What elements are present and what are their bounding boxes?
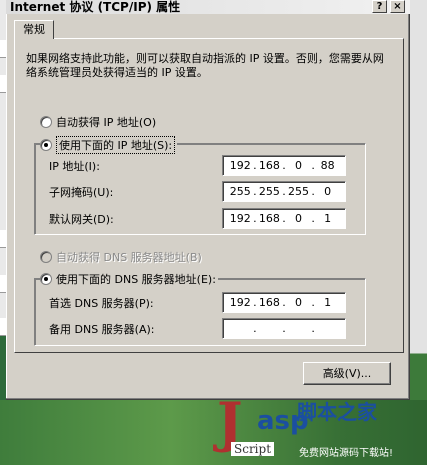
ip-octet: 255 <box>288 185 310 198</box>
gateway-label: 默认网关(D): <box>49 213 114 226</box>
watermark-script-text: Script <box>231 442 275 456</box>
ip-octet: 1 <box>324 212 332 225</box>
site-watermark-logo: J asp 脚本之家 Script 免费网站源码下载站! <box>217 392 417 462</box>
description-text: 如果网络支持此功能，则可以获取自动指派的 IP 设置。否则，您需要从网络系统管理… <box>26 52 384 79</box>
manual-ip-radio-option[interactable]: 使用下面的 IP 地址(S): <box>40 136 178 154</box>
tab-general[interactable]: 常规 <box>14 20 54 39</box>
watermark-brand: 脚本之家 <box>297 400 377 424</box>
window-title: Internet 协议 (TCP/IP) 属性 <box>10 0 181 14</box>
auto-dns-radio[interactable] <box>40 251 52 263</box>
ip-octet: 0 <box>324 185 332 198</box>
watermark-tagline: 免费网站源码下载站! <box>299 448 394 459</box>
ip-octet: 255 <box>258 185 280 198</box>
ip-octet: 0 <box>295 212 303 225</box>
manual-dns-radio-option[interactable]: 使用下面的 DNS 服务器地址(E): <box>40 271 218 287</box>
ip-address-label: IP 地址(I): <box>49 160 100 173</box>
alternate-dns-label-row: 备用 DNS 服务器(A): <box>49 321 155 337</box>
tcpip-properties-dialog: Internet 协议 (TCP/IP) 属性 ? × 常规 如果网络支持此功能… <box>6 0 410 400</box>
ip-octet: 168 <box>258 212 280 225</box>
advanced-button[interactable]: 高级(V)... <box>303 362 391 385</box>
subnet-mask-label: 子网掩码(U): <box>49 186 114 199</box>
manual-dns-radio[interactable] <box>40 273 52 285</box>
auto-dns-radio-option[interactable]: 自动获得 DNS 服务器地址(B) <box>40 249 202 265</box>
alternate-dns-label: 备用 DNS 服务器(A): <box>49 323 155 336</box>
manual-ip-radio[interactable] <box>40 139 52 151</box>
help-icon: ? <box>376 1 383 12</box>
ip-octet: 255 <box>229 185 251 198</box>
close-icon: × <box>393 1 402 12</box>
ip-octet: 192 <box>229 212 251 225</box>
manual-ip-label: 使用下面的 IP 地址(S): <box>56 136 176 154</box>
ip-address-field[interactable]: 192. 168. 0. 88 <box>222 155 346 176</box>
ip-octet: 1 <box>324 296 332 309</box>
auto-dns-label: 自动获得 DNS 服务器地址(B) <box>56 251 202 264</box>
alternate-dns-field[interactable]: . . . <box>222 318 346 339</box>
gateway-label-row: 默认网关(D): <box>49 211 114 227</box>
auto-ip-label: 自动获得 IP 地址(O) <box>56 116 157 129</box>
ip-octet: 0 <box>295 159 303 172</box>
preferred-dns-label: 首选 DNS 服务器(P): <box>49 297 154 310</box>
subnet-mask-field[interactable]: 255. 255. 255. 0 <box>222 181 346 202</box>
tab-general-label: 常规 <box>23 23 45 36</box>
help-button[interactable]: ? <box>372 0 387 13</box>
ip-octet: 192 <box>229 296 251 309</box>
ip-octet: 0 <box>295 296 303 309</box>
default-gateway-field[interactable]: 192. 168. 0. 1 <box>222 208 346 229</box>
ip-octet: 192 <box>229 159 251 172</box>
ip-octet: 88 <box>320 159 335 172</box>
manual-dns-label: 使用下面的 DNS 服务器地址(E): <box>56 273 216 286</box>
ip-octet: 168 <box>258 159 280 172</box>
ip-octet: 168 <box>258 296 280 309</box>
ip-address-label-row: IP 地址(I): <box>49 158 100 174</box>
auto-ip-radio-option[interactable]: 自动获得 IP 地址(O) <box>40 114 156 130</box>
title-bar[interactable]: Internet 协议 (TCP/IP) 属性 ? × <box>6 0 410 14</box>
auto-ip-radio[interactable] <box>40 116 52 128</box>
preferred-dns-label-row: 首选 DNS 服务器(P): <box>49 295 154 311</box>
subnet-mask-label-row: 子网掩码(U): <box>49 184 113 200</box>
preferred-dns-field[interactable]: 192. 168. 0. 1 <box>222 292 346 313</box>
close-button[interactable]: × <box>390 0 405 13</box>
